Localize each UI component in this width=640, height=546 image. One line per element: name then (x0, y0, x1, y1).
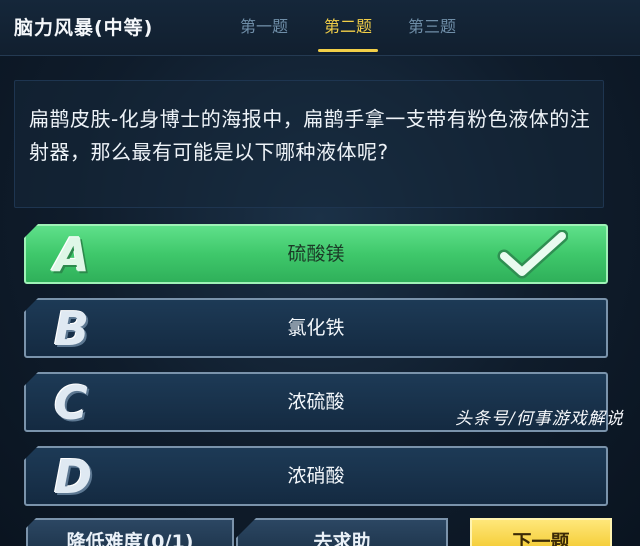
watermark: 头条号/何事游戏解说 (455, 409, 624, 429)
tab-question-1[interactable]: 第一题 (222, 0, 306, 56)
option-b[interactable]: B 氯化铁 (24, 298, 608, 358)
next-question-button[interactable]: 下一题 (470, 518, 612, 546)
lower-difficulty-button[interactable]: 降低难度(0/1) (26, 518, 234, 546)
ask-help-button[interactable]: 去求助 (236, 518, 448, 546)
question-tabs: 第一题 第二题 第三题 (222, 0, 474, 56)
check-icon (497, 230, 568, 279)
option-label-b: 氯化铁 (287, 317, 345, 339)
tab-question-3[interactable]: 第三题 (390, 0, 474, 56)
option-a[interactable]: A 硫酸镁 (24, 224, 608, 284)
option-label-d: 浓硝酸 (287, 465, 345, 487)
tab-question-2[interactable]: 第二题 (306, 0, 390, 56)
question-panel: 扁鹊皮肤-化身博士的海报中，扁鹊手拿一支带有粉色液体的注射器，那么最有可能是以下… (14, 80, 604, 208)
question-text: 扁鹊皮肤-化身博士的海报中，扁鹊手拿一支带有粉色液体的注射器，那么最有可能是以下… (29, 107, 591, 164)
mode-title: 脑力风暴(中等) (14, 17, 154, 39)
option-d[interactable]: D 浓硝酸 (24, 446, 608, 506)
top-bar: 脑力风暴(中等) 第一题 第二题 第三题 (0, 0, 640, 56)
